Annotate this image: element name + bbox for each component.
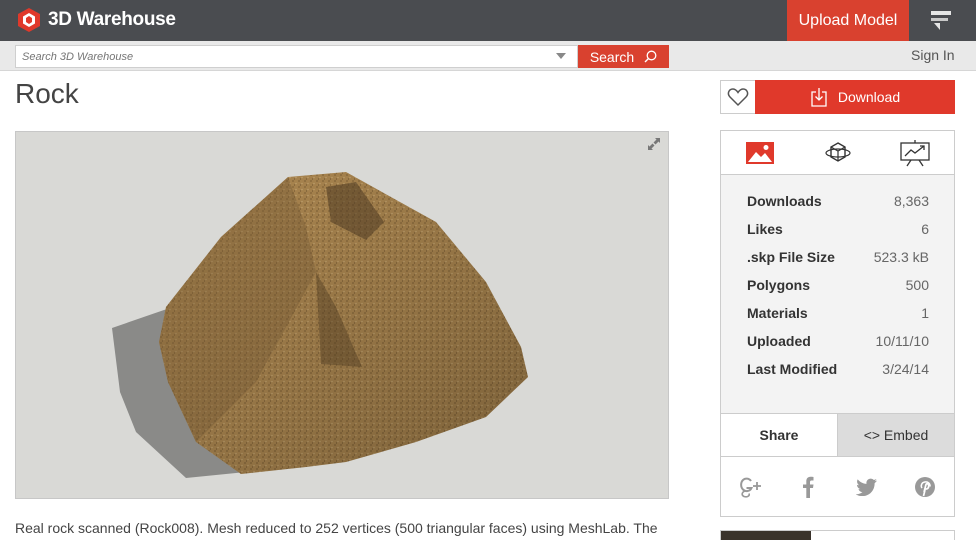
download-button[interactable]: Download (755, 80, 955, 114)
site-logo[interactable]: 3D Warehouse (16, 7, 176, 33)
search-bar: Search (0, 41, 976, 71)
download-icon (811, 88, 827, 107)
share-embed-tabs: Share <> Embed (721, 413, 954, 457)
facebook-icon (803, 476, 814, 498)
stat-value: 8,363 (893, 193, 929, 209)
pinterest-icon (914, 476, 935, 497)
stat-value: 500 (905, 277, 929, 293)
warehouse-logo-icon (18, 8, 40, 32)
stat-label: Materials (747, 305, 808, 321)
related-models-strip (720, 530, 955, 540)
stat-label: Last Modified (747, 361, 838, 377)
view-mode-tabs (721, 131, 954, 175)
social-share-buttons (721, 457, 954, 516)
stat-row-downloads: Downloads 8,363 (747, 193, 929, 221)
related-model-thumbnail[interactable] (721, 531, 811, 540)
stat-value: 6 (921, 221, 929, 237)
stat-row-likes: Likes 6 (747, 221, 929, 249)
share-google-plus-button[interactable] (721, 457, 779, 516)
sign-in-link[interactable]: Sign In (911, 47, 955, 63)
tab-presentation-view[interactable] (876, 131, 954, 174)
stat-value: 523.3 kB (873, 249, 929, 265)
stat-row-polygons: Polygons 500 (747, 277, 929, 305)
tab-embed[interactable]: <> Embed (838, 414, 954, 456)
share-twitter-button[interactable] (838, 457, 896, 516)
twitter-icon (855, 478, 877, 496)
stat-row-materials: Materials 1 (747, 305, 929, 333)
image-icon (745, 141, 774, 164)
model-stats: Downloads 8,363 Likes 6 .skp File Size 5… (747, 193, 929, 389)
stat-row-last-modified: Last Modified 3/24/14 (747, 361, 929, 389)
like-button[interactable] (720, 80, 756, 114)
download-label: Download (837, 89, 901, 105)
search-input[interactable] (15, 45, 578, 68)
share-pinterest-button[interactable] (896, 457, 954, 516)
tab-image-view[interactable] (721, 131, 799, 174)
model-info-panel: Downloads 8,363 Likes 6 .skp File Size 5… (720, 130, 955, 517)
share-facebook-button[interactable] (779, 457, 837, 516)
tab-3d-view[interactable] (799, 131, 877, 174)
search-icon (644, 50, 657, 63)
top-bar: 3D Warehouse Upload Model (0, 0, 976, 41)
stat-label: .skp File Size (747, 249, 835, 265)
stat-value: 10/11/10 (875, 333, 929, 349)
search-button-label: Search (589, 48, 635, 65)
model-preview[interactable] (15, 131, 669, 499)
search-button[interactable]: Search (578, 45, 669, 68)
stat-label: Downloads (747, 193, 822, 209)
stat-label: Likes (747, 221, 783, 237)
tab-share[interactable]: Share (721, 414, 838, 456)
logo-text: 3D Warehouse (48, 9, 176, 30)
rock-model-image (112, 172, 528, 478)
presentation-icon (900, 139, 930, 166)
trimble-apps-icon[interactable] (926, 6, 956, 34)
stat-row-file-size: .skp File Size 523.3 kB (747, 249, 929, 277)
stat-label: Polygons (747, 277, 811, 293)
search-scope-dropdown-icon[interactable] (556, 53, 566, 59)
page-title: Rock (15, 78, 79, 109)
stat-value: 1 (921, 305, 929, 321)
model-description: Real rock scanned (Rock008). Mesh reduce… (15, 520, 658, 536)
3d-rotate-icon (824, 141, 851, 162)
stat-row-uploaded: Uploaded 10/11/10 (747, 333, 929, 361)
expand-icon[interactable] (646, 136, 662, 152)
heart-icon (727, 88, 749, 107)
google-plus-icon (740, 477, 762, 498)
stat-value: 3/24/14 (882, 361, 929, 377)
stat-label: Uploaded (747, 333, 811, 349)
upload-model-button[interactable]: Upload Model (787, 0, 909, 41)
